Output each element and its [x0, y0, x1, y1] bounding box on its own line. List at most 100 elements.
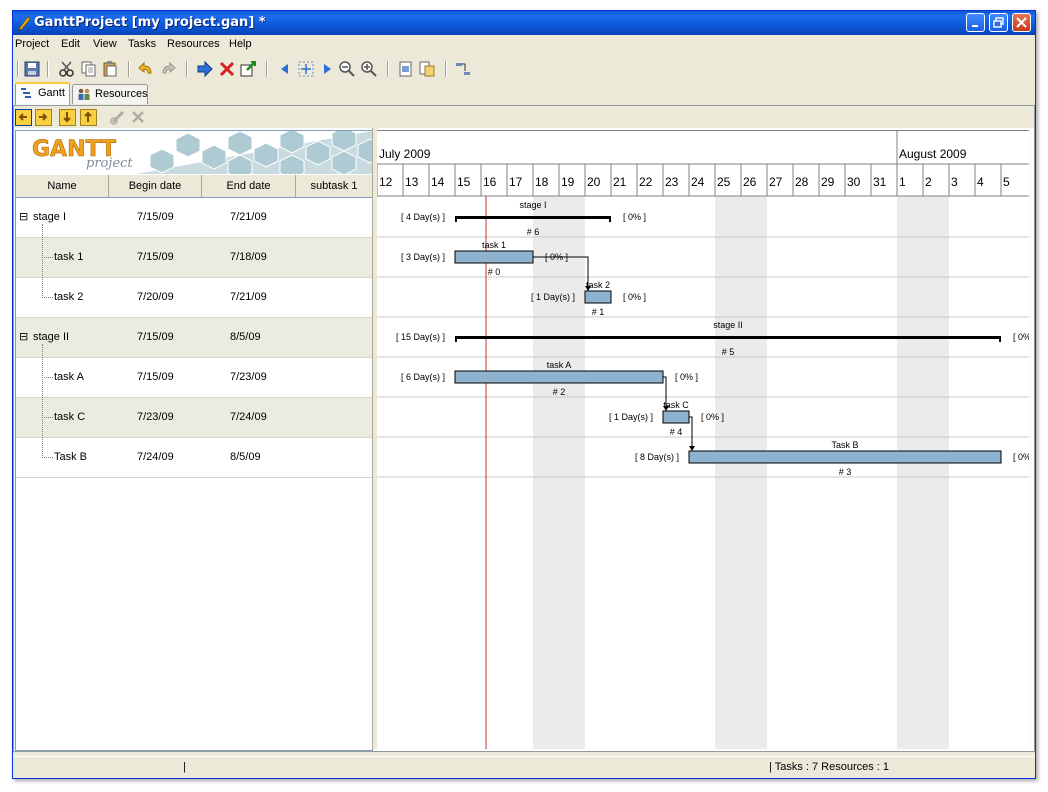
bar-id-label: # 4	[670, 427, 683, 437]
weekend-band	[533, 196, 559, 749]
day-label: 5	[1003, 175, 1010, 189]
unlink-icon[interactable]	[130, 109, 147, 126]
tree-connector	[42, 417, 53, 418]
properties-icon[interactable]	[239, 60, 257, 78]
gantt-toolbar	[14, 106, 1034, 128]
task-name: stage II	[33, 331, 70, 343]
dependency-arrowhead	[689, 446, 695, 451]
bar-id-label: # 1	[592, 307, 605, 317]
bar-progress-label: [ 0% ]	[701, 412, 724, 422]
copy-icon[interactable]	[80, 60, 98, 78]
move-down-icon[interactable]	[59, 109, 76, 126]
day-label: 4	[977, 175, 984, 189]
move-up-icon[interactable]	[80, 109, 97, 126]
task-row[interactable]: task 1 7/15/09 7/18/09	[16, 238, 372, 278]
bar-progress-label: [ 0% ]	[623, 292, 646, 302]
gantt-chart-canvas[interactable]: July 2009 August 200912 13 14 15 16 17 18 19 20 21…	[377, 130, 1029, 749]
menu-view[interactable]: View	[93, 38, 117, 50]
day-label: 29	[821, 175, 835, 189]
task-end-date: 7/21/09	[230, 291, 267, 303]
day-label: 21	[613, 175, 627, 189]
new-task-icon[interactable]	[196, 60, 214, 78]
close-icon	[1016, 17, 1027, 28]
task-bar	[662, 410, 690, 424]
task-row[interactable]: ⊟ stage II 7/15/09 8/5/09	[16, 318, 372, 358]
day-label: 14	[431, 175, 445, 189]
window-title: GanttProject [my project.gan] *	[34, 15, 266, 30]
bar-id-label: # 5	[722, 347, 735, 357]
indent-icon[interactable]	[35, 109, 52, 126]
menu-tasks[interactable]: Tasks	[128, 38, 156, 50]
undo-icon[interactable]	[137, 60, 155, 78]
col-header-name[interactable]: Name	[16, 175, 109, 197]
import-icon[interactable]	[418, 60, 436, 78]
restore-button[interactable]	[989, 13, 1008, 32]
task-row[interactable]: task A 7/15/09 7/23/09	[16, 358, 372, 398]
tab-resources[interactable]: Resources	[72, 84, 148, 104]
task-begin-date: 7/20/09	[137, 291, 174, 303]
day-label: 18	[535, 175, 549, 189]
col-header-custom[interactable]: subtask 1	[296, 175, 372, 197]
unindent-icon[interactable]	[15, 109, 32, 126]
task-begin-date: 7/23/09	[137, 411, 174, 423]
app-window: GanttProject [my project.gan] * Project …	[12, 10, 1036, 779]
day-label: 23	[665, 175, 679, 189]
task-bar	[584, 290, 612, 304]
scroll-right-icon[interactable]	[318, 60, 336, 78]
zoom-in-icon[interactable]	[360, 60, 378, 78]
redo-icon[interactable]	[159, 60, 177, 78]
print-preview-icon[interactable]	[397, 60, 415, 78]
bar-progress-label: [ 0% ]	[623, 212, 646, 222]
summary-bar-cap	[999, 336, 1001, 342]
logo-word-project: project	[86, 156, 133, 171]
zoom-out-icon[interactable]	[338, 60, 356, 78]
month-label: August 2009	[899, 147, 967, 161]
gantt-chart: July 2009 August 2009 12 13 14 15 16 17 18 19 20 21…	[377, 130, 1029, 749]
tree-branch-line	[42, 224, 43, 298]
summary-bar-cap	[609, 216, 611, 222]
save-icon[interactable]	[23, 60, 41, 78]
menu-resources[interactable]: Resources	[167, 38, 220, 50]
fit-view-icon[interactable]	[297, 60, 315, 78]
task-end-date: 8/5/09	[230, 451, 261, 463]
title-bar[interactable]: GanttProject [my project.gan] *	[13, 11, 1035, 35]
bar-id-label: # 3	[839, 467, 852, 477]
bar-name-label: task A	[547, 360, 572, 370]
col-header-end[interactable]: End date	[202, 175, 296, 197]
bar-duration-label: [ 1 Day(s) ]	[609, 412, 653, 422]
tree-connector	[42, 457, 53, 458]
menu-help[interactable]: Help	[229, 38, 252, 50]
task-bar	[688, 450, 1002, 464]
link-icon[interactable]	[110, 109, 127, 126]
task-row[interactable]: task 2 7/20/09 7/21/09	[16, 278, 372, 318]
scroll-left-icon[interactable]	[276, 60, 294, 78]
menu-project[interactable]: Project	[15, 38, 49, 50]
task-row[interactable]: Task B 7/24/09 8/5/09	[16, 438, 372, 478]
cut-icon[interactable]	[58, 60, 76, 78]
day-label: 19	[561, 175, 575, 189]
task-name: task 2	[54, 291, 84, 303]
menu-edit[interactable]: Edit	[61, 38, 80, 50]
day-label: 24	[691, 175, 705, 189]
view-tabs: Gantt Resources	[13, 82, 1035, 105]
close-button[interactable]	[1012, 13, 1031, 32]
collapse-icon[interactable]: ⊟	[19, 210, 28, 223]
paste-icon[interactable]	[101, 60, 119, 78]
link-tasks-icon[interactable]	[454, 60, 472, 78]
summary-bar-cap	[455, 216, 457, 222]
task-name: Task B	[54, 451, 88, 463]
minimize-button[interactable]	[966, 13, 985, 32]
task-end-date: 7/24/09	[230, 411, 267, 423]
bar-id-label: # 0	[488, 267, 501, 277]
tab-gantt[interactable]: Gantt	[15, 82, 70, 105]
task-end-date: 7/18/09	[230, 251, 267, 263]
col-header-begin[interactable]: Begin date	[109, 175, 202, 197]
status-bar: | | Tasks : 7 Resources : 1	[13, 756, 1035, 778]
task-row[interactable]: ⊟ stage I 7/15/09 7/21/09	[16, 198, 372, 238]
collapse-icon[interactable]: ⊟	[19, 330, 28, 343]
task-row[interactable]: task C 7/23/09 7/24/09	[16, 398, 372, 438]
status-divider: |	[183, 761, 186, 773]
day-label: 31	[873, 175, 887, 189]
delete-icon[interactable]	[218, 60, 236, 78]
bar-duration-label: [ 8 Day(s) ]	[635, 452, 679, 462]
